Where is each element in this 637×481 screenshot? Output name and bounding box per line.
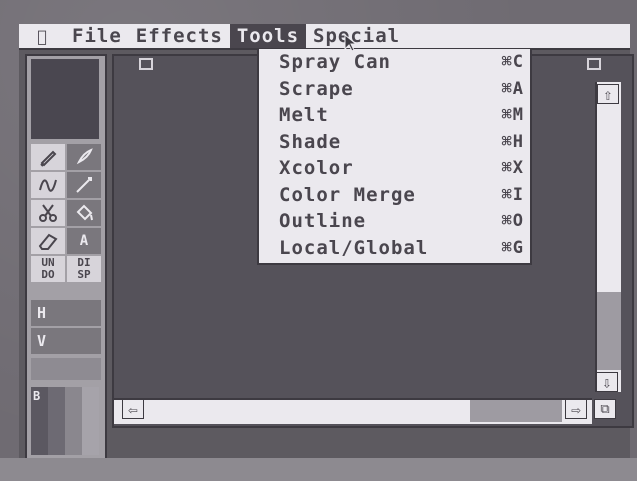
mouse-pointer-icon [344,34,358,52]
menu-item-label: Color Merge [279,183,416,206]
horizontal-scroll-thumb[interactable] [470,400,562,422]
menu-item-label: Local/Global [279,236,429,259]
display-button[interactable]: DI SP [67,256,101,282]
line-tool[interactable] [67,172,101,198]
pencil-icon [40,150,57,167]
pencil-tool[interactable] [31,144,65,170]
tool-grid: A UN DO DI SP [31,144,101,282]
menu-item-color-merge[interactable]: Color Merge ⌘I [259,182,530,209]
menu-item-label: Outline [279,210,367,232]
scroll-down-arrow-icon[interactable]: ⇩ [596,372,618,392]
scissors-icon [39,204,57,222]
menu-item-outline[interactable]: Outline ⌘O [259,208,530,235]
h-button[interactable]: H [31,300,101,326]
blank-slot [31,358,101,380]
menu-item-shortcut: ⌘M [501,105,524,125]
close-box[interactable] [139,58,153,70]
horizontal-scrollbar[interactable] [114,398,592,424]
scroll-right-arrow-icon[interactable]: ⇨ [565,399,587,419]
brush-icon [76,148,93,165]
brush-tool[interactable] [67,144,101,170]
menu-file[interactable]: File [65,24,129,48]
menu-item-scrape[interactable]: Scrape ⌘A [259,76,530,103]
menu-item-local-global[interactable]: Local/Global ⌘G [259,235,530,262]
zoom-box[interactable] [587,58,601,70]
tool-palette: A UN DO DI SP H V B [25,54,107,463]
menu-item-label: Scrape [279,77,354,100]
text-tool[interactable]: A [67,228,101,254]
color-palette-label: B [33,389,41,403]
menu-bar:  File Effects Tools Special [19,24,630,50]
tools-dropdown-menu: Spray Can ⌘C Scrape ⌘A Melt ⌘M Shade ⌘H Xcol… [257,49,532,265]
apple-icon[interactable]:  [19,27,65,46]
menu-item-shortcut: ⌘A [501,78,524,99]
curve-icon [39,179,57,192]
scissors-tool[interactable] [31,200,65,226]
paint-bucket-icon [76,204,93,221]
scroll-up-arrow-icon[interactable]: ⇧ [597,84,619,104]
menu-item-shortcut: ⌘X [501,158,524,178]
scroll-left-arrow-icon[interactable]: ⇦ [122,399,144,419]
menu-item-label: Xcolor [279,157,354,179]
menu-item-shortcut: ⌘O [501,211,524,231]
menu-item-label: Spray Can [279,51,391,73]
undo-button[interactable]: UN DO [31,256,65,282]
monitor-bottom-edge [0,458,637,481]
current-pattern-swatch[interactable] [31,59,99,139]
color-palette[interactable]: B [31,387,99,455]
menu-item-shortcut: ⌘C [501,52,524,72]
menu-item-shortcut: ⌘I [501,184,524,205]
curve-tool[interactable] [31,172,65,198]
fill-tool[interactable] [67,200,101,226]
menu-item-shortcut: ⌘G [501,237,524,258]
v-button[interactable]: V [31,328,101,354]
line-icon [76,177,92,193]
menu-item-xcolor[interactable]: Xcolor ⌘X [259,155,530,182]
menu-item-shade[interactable]: Shade ⌘H [259,129,530,156]
menu-item-label: Shade [279,130,342,153]
menu-item-label: Melt [279,104,329,126]
eraser-icon [38,233,58,250]
menu-tools[interactable]: Tools [229,24,307,48]
eraser-tool[interactable] [31,228,65,254]
grow-box-icon[interactable]: ⧉ [594,399,616,419]
vertical-scrollbar[interactable] [595,82,621,392]
menu-item-spray-can[interactable]: Spray Can ⌘C [259,49,530,76]
menu-effects[interactable]: Effects [129,24,230,48]
menu-item-shortcut: ⌘H [501,131,524,152]
vertical-scroll-thumb[interactable] [597,292,621,370]
menu-item-melt[interactable]: Melt ⌘M [259,102,530,129]
